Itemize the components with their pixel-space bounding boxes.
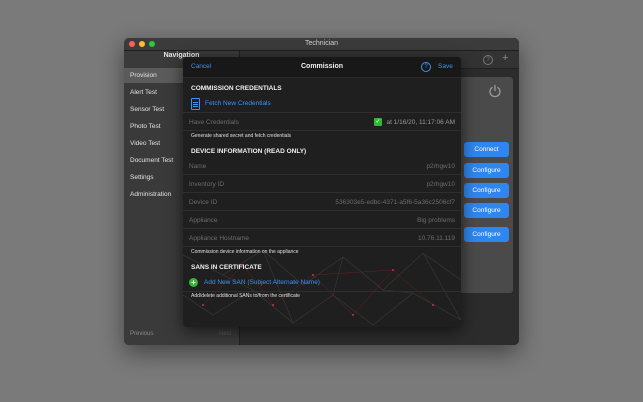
have-credentials-value: at 1/16/20, 11:17:06 AM <box>386 119 455 126</box>
commission-dialog: Cancel Commission ? Save COMMISSION CRED… <box>183 57 461 327</box>
next-button[interactable]: Next <box>219 331 231 337</box>
fetch-credentials-row[interactable]: Fetch New Credentials <box>183 96 461 113</box>
configure-button[interactable]: Configure <box>464 203 509 218</box>
appliance-row: Appliance Big problems <box>183 212 461 229</box>
document-icon <box>191 98 200 110</box>
configure-button[interactable]: Configure <box>464 163 509 178</box>
dialog-header: Cancel Commission ? Save <box>183 57 461 78</box>
power-icon[interactable] <box>488 84 502 98</box>
field-value: 536303e5-edbc-4371-a5f6-5a36c2506cf7 <box>335 199 455 206</box>
field-value: p2rhgw10 <box>426 181 455 188</box>
inventory-id-row: Inventory ID p2rhgw10 <box>183 176 461 193</box>
add-san-row[interactable]: + Add New SAN (Subject Alternate Name) <box>183 275 461 292</box>
checkmark-icon: ✓ <box>374 118 382 126</box>
field-label: Appliance Hostname <box>189 235 249 242</box>
save-button[interactable]: Save <box>438 63 453 70</box>
add-circle-icon[interactable]: + <box>189 278 198 287</box>
field-label: Name <box>189 163 207 170</box>
field-value: p2rhgw10 <box>426 163 455 170</box>
section-heading-device: DEVICE INFORMATION (READ ONLY) <box>191 148 307 155</box>
configure-button[interactable]: Configure <box>464 183 509 198</box>
field-value: Big problems <box>417 217 455 224</box>
have-credentials-label: Have Credentials <box>189 119 239 126</box>
title-bar: Technician <box>124 38 519 51</box>
device-hint: Commission device information on the app… <box>191 249 299 255</box>
add-san-link[interactable]: Add New SAN (Subject Alternate Name) <box>204 279 320 286</box>
window-title: Technician <box>304 40 339 47</box>
previous-button[interactable]: Previous <box>130 331 153 337</box>
help-icon[interactable]: ? <box>421 62 431 72</box>
section-heading-sans: SANS IN CERTIFICATE <box>191 264 262 271</box>
device-name-row: Name p2rhgw10 <box>183 158 461 175</box>
field-value: 10.76.11.119 <box>418 235 455 242</box>
have-credentials-row: Have Credentials ✓ at 1/16/20, 11:17:06 … <box>183 114 461 131</box>
connect-button[interactable]: Connect <box>464 142 509 157</box>
credentials-hint: Generate shared secret and fetch credent… <box>191 133 292 139</box>
device-id-row: Device ID 536303e5-edbc-4371-a5f6-5a36c2… <box>183 194 461 211</box>
field-label: Appliance <box>189 217 218 224</box>
configure-button[interactable]: Configure <box>464 227 509 242</box>
field-label: Device ID <box>189 199 218 206</box>
section-heading-credentials: COMMISSION CREDENTIALS <box>191 85 282 92</box>
dialog-title: Commission <box>300 63 343 70</box>
fetch-credentials-link[interactable]: Fetch New Credentials <box>205 100 271 107</box>
help-icon[interactable]: ? <box>483 55 493 65</box>
appliance-hostname-row: Appliance Hostname 10.76.11.119 <box>183 230 461 247</box>
sans-hint: Add/delete additional SANs to/from the c… <box>191 293 300 299</box>
add-icon[interactable]: + <box>502 52 508 64</box>
field-label: Inventory ID <box>189 181 225 188</box>
